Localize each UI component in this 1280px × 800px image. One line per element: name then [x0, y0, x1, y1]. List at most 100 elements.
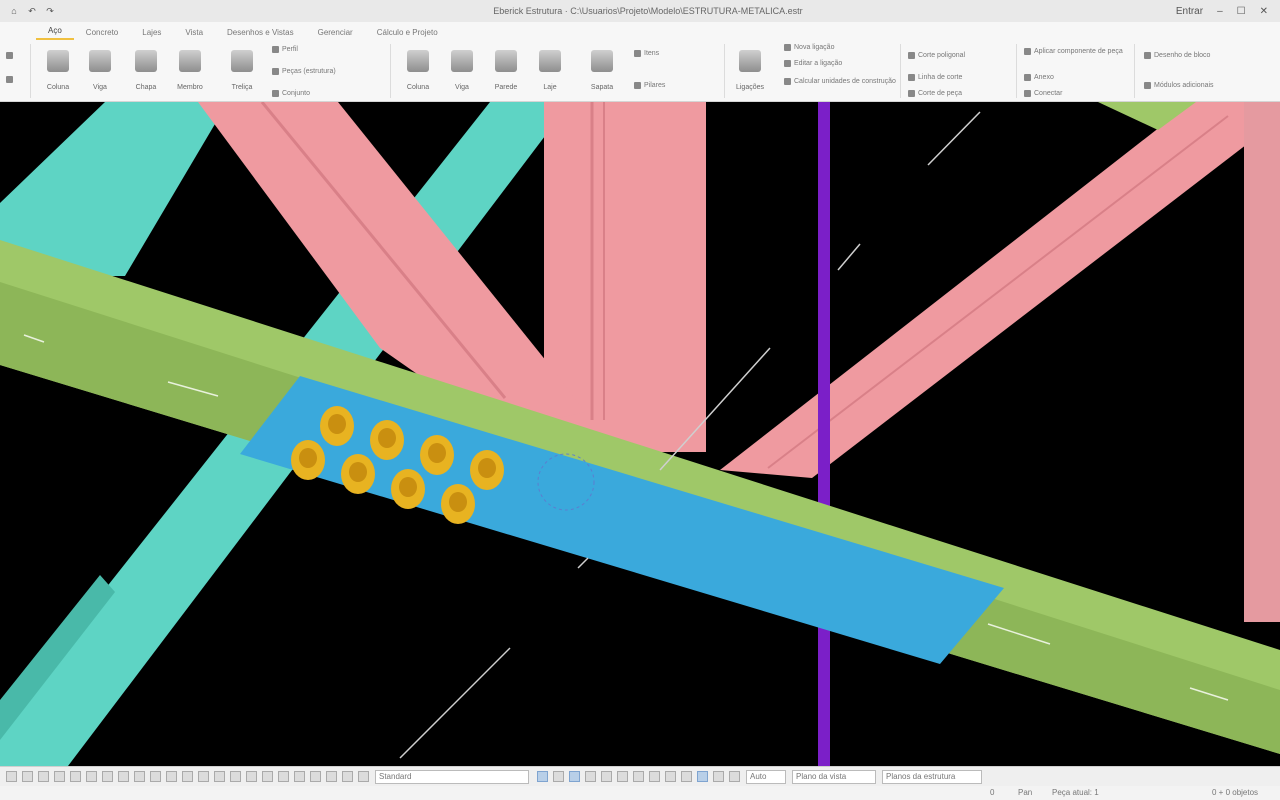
- ribbon-button-membro[interactable]: Membro: [170, 40, 210, 91]
- tab-concreto[interactable]: Concreto: [74, 28, 130, 40]
- snap-icon[interactable]: [553, 771, 564, 782]
- snap-icon[interactable]: [38, 771, 49, 782]
- ribbon-button-trelica[interactable]: Treliça: [222, 40, 262, 91]
- ribbon-small-nova-ligacao[interactable]: Nova ligação: [784, 44, 834, 51]
- redo-icon[interactable]: ↷: [44, 5, 56, 17]
- snap-icon[interactable]: [665, 771, 676, 782]
- bolt[interactable]: [420, 435, 454, 475]
- ribbon-button-ligacoes[interactable]: Ligações: [730, 40, 770, 91]
- tab-desenhos[interactable]: Desenhos e Vistas: [215, 28, 306, 40]
- rafter-right[interactable]: [720, 102, 1255, 478]
- snap-icon[interactable]: [246, 771, 257, 782]
- minimize-button[interactable]: –: [1217, 6, 1223, 17]
- model-canvas[interactable]: [0, 102, 1280, 766]
- snap-icon[interactable]: [601, 771, 612, 782]
- snap-icon[interactable]: [102, 771, 113, 782]
- tab-vista[interactable]: Vista: [173, 28, 215, 40]
- bolt[interactable]: [341, 454, 375, 494]
- maximize-button[interactable]: ☐: [1237, 6, 1246, 17]
- snap-icon[interactable]: [86, 771, 97, 782]
- snap-icon[interactable]: [118, 771, 129, 782]
- snap-icon[interactable]: [649, 771, 660, 782]
- bolt[interactable]: [470, 450, 504, 490]
- ribbon-small-perfil[interactable]: Perfil: [272, 46, 298, 53]
- snap-icon[interactable]: [278, 771, 289, 782]
- ribbon-small-anexo[interactable]: Anexo: [1024, 74, 1054, 81]
- ribbon-small-editar-ligacao[interactable]: Editar a ligação: [784, 60, 842, 67]
- column-right[interactable]: [1244, 102, 1280, 622]
- ribbon-small-label: Editar a ligação: [794, 60, 843, 67]
- ribbon-button-sapata[interactable]: Sapata: [582, 40, 622, 91]
- snap-icon[interactable]: [294, 771, 305, 782]
- snap-icon[interactable]: [166, 771, 177, 782]
- tab-gerenciar[interactable]: Gerenciar: [306, 28, 365, 40]
- ribbon-button-laje[interactable]: Laje: [530, 40, 570, 91]
- ribbon-small-conjunto[interactable]: Conjunto: [272, 90, 310, 97]
- bolt[interactable]: [441, 484, 475, 524]
- ribbon-button-concrete-viga[interactable]: Viga: [442, 40, 482, 91]
- pan-mode-label: Pan: [1018, 788, 1033, 797]
- snap-icon[interactable]: [182, 771, 193, 782]
- ribbon-small-itens[interactable]: Itens: [634, 50, 659, 57]
- snap-icon[interactable]: [681, 771, 692, 782]
- snap-icon[interactable]: [713, 771, 724, 782]
- snap-icon[interactable]: [230, 771, 241, 782]
- view-plane-dropdown[interactable]: Plano da vista: [792, 769, 876, 784]
- standard-dropdown[interactable]: Standard: [375, 769, 529, 784]
- snap-icon[interactable]: [342, 771, 353, 782]
- ribbon-small-label: Perfil: [282, 46, 298, 53]
- snap-icon[interactable]: [633, 771, 644, 782]
- ribbon-small-pilares[interactable]: Pilares: [634, 82, 665, 89]
- diagonal-brace-upper[interactable]: [0, 102, 228, 276]
- snap-icon[interactable]: [70, 771, 81, 782]
- snap-icon[interactable]: [729, 771, 740, 782]
- model-viewport[interactable]: [0, 102, 1280, 766]
- tab-calculo[interactable]: Cálculo e Projeto: [365, 28, 450, 40]
- snap-icon[interactable]: [54, 771, 65, 782]
- ribbon-small-corte-peca[interactable]: Corte de peça: [908, 90, 962, 97]
- ribbon-button-viga[interactable]: Viga: [80, 40, 120, 91]
- snap-icon[interactable]: [6, 771, 17, 782]
- snap-icon[interactable]: [569, 771, 580, 782]
- select-tool[interactable]: [6, 52, 13, 59]
- snap-icon[interactable]: [358, 771, 369, 782]
- ribbon-small-conectar[interactable]: Conectar: [1024, 90, 1062, 97]
- ribbon-button-chapa[interactable]: Chapa: [126, 40, 166, 91]
- snap-icon[interactable]: [198, 771, 209, 782]
- bolt[interactable]: [391, 469, 425, 509]
- ribbon-button-parede[interactable]: Parede: [486, 40, 526, 91]
- sign-in-link[interactable]: Entrar: [1176, 6, 1203, 17]
- snap-icon[interactable]: [585, 771, 596, 782]
- bolt[interactable]: [370, 420, 404, 460]
- snap-icon[interactable]: [262, 771, 273, 782]
- home-icon[interactable]: ⌂: [8, 5, 20, 17]
- snap-icon[interactable]: [617, 771, 628, 782]
- tab-lajes[interactable]: Lajes: [130, 28, 173, 40]
- snap-icon[interactable]: [134, 771, 145, 782]
- ribbon-button-concrete-coluna[interactable]: Coluna: [398, 40, 438, 91]
- tab-aco[interactable]: Aço: [36, 26, 74, 40]
- select-tool-2[interactable]: [6, 76, 13, 83]
- ribbon-small-aplicar[interactable]: Aplicar componente de peça: [1024, 48, 1123, 55]
- ribbon-small-corte-poligonal[interactable]: Corte poligonal: [908, 52, 965, 59]
- bolt[interactable]: [320, 406, 354, 446]
- snap-icon[interactable]: [310, 771, 321, 782]
- auto-dropdown[interactable]: Auto: [746, 769, 786, 784]
- ribbon-small-linha-corte[interactable]: Linha de corte: [908, 74, 962, 81]
- close-button[interactable]: ✕: [1260, 6, 1268, 17]
- ribbon-small-pecas[interactable]: Peças (estrutura): [272, 68, 336, 75]
- ribbon-small-calcular[interactable]: Calcular unidades de construção: [784, 78, 896, 85]
- undo-icon[interactable]: ↶: [26, 5, 38, 17]
- structure-planes-dropdown[interactable]: Planos da estrutura: [882, 769, 982, 784]
- snap-icon[interactable]: [697, 771, 708, 782]
- snap-icon[interactable]: [537, 771, 548, 782]
- ribbon-small-desenho-bloco[interactable]: Desenho de bloco: [1144, 52, 1210, 59]
- ribbon-button-coluna[interactable]: Coluna: [38, 40, 78, 91]
- snap-icon[interactable]: [22, 771, 33, 782]
- bolt[interactable]: [291, 440, 325, 480]
- snap-icon[interactable]: [214, 771, 225, 782]
- ribbon-small-label: Pilares: [644, 82, 666, 89]
- ribbon-small-modulos[interactable]: Módulos adicionais: [1144, 82, 1214, 89]
- snap-icon[interactable]: [150, 771, 161, 782]
- snap-icon[interactable]: [326, 771, 337, 782]
